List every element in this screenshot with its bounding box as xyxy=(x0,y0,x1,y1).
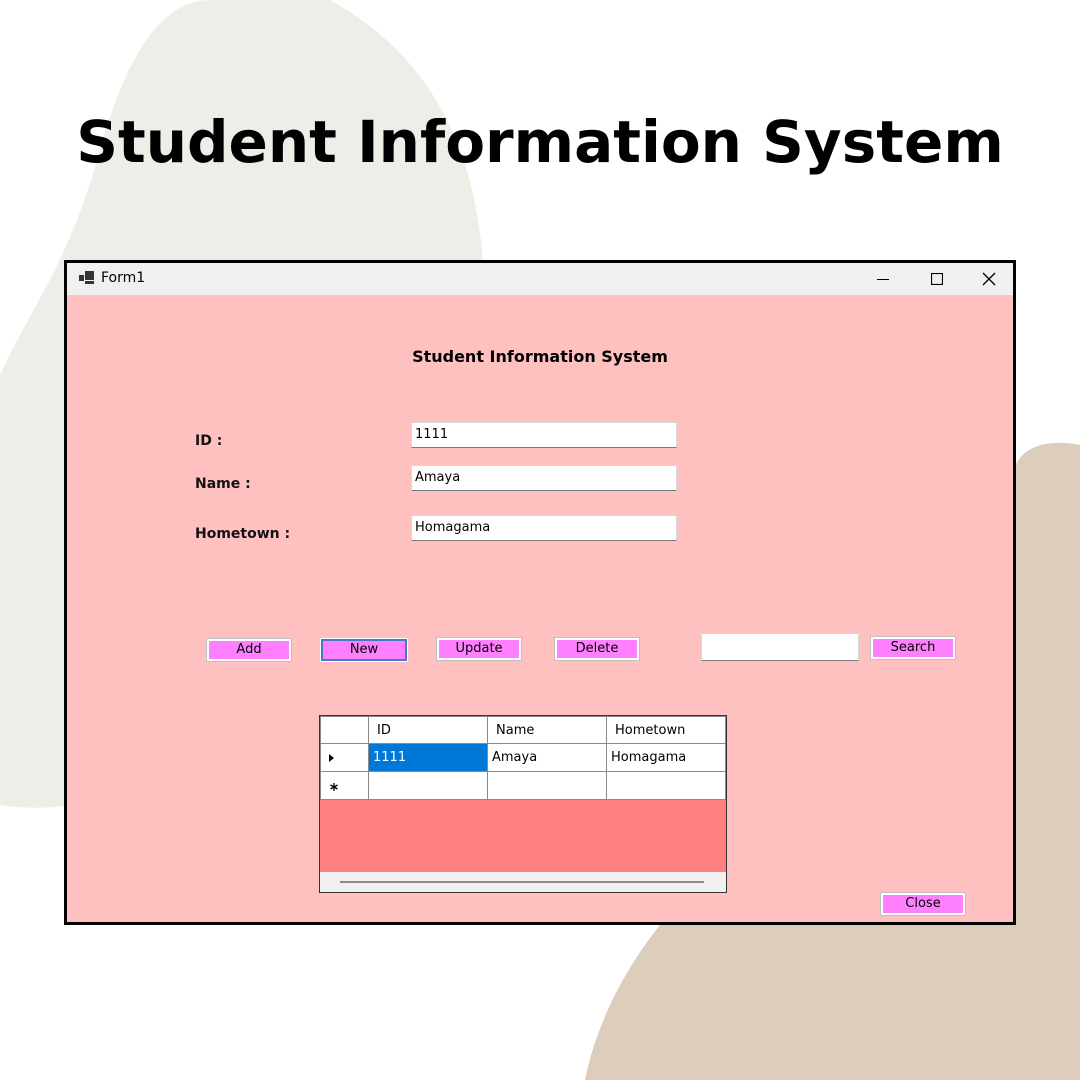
new-row[interactable] xyxy=(320,771,726,800)
form-heading: Student Information System xyxy=(412,347,668,366)
window-title: Form1 xyxy=(101,270,146,286)
column-header-hometown[interactable]: Hometown xyxy=(606,716,726,744)
column-header-name[interactable]: Name xyxy=(487,716,607,744)
search-button[interactable]: Search xyxy=(870,636,956,660)
grid-header-row: ID Name Hometown xyxy=(320,716,726,744)
minimize-button[interactable] xyxy=(859,263,907,295)
hometown-label: Hometown : xyxy=(195,526,291,542)
students-data-grid[interactable]: ID Name Hometown 1111 Amaya Homagama xyxy=(319,715,727,893)
delete-button[interactable]: Delete xyxy=(554,637,640,661)
name-input[interactable]: Amaya xyxy=(411,465,677,491)
window-close-button[interactable] xyxy=(965,263,1013,295)
grid-table: ID Name Hometown 1111 Amaya Homagama xyxy=(320,716,726,800)
maximize-icon xyxy=(931,273,943,285)
close-icon xyxy=(982,272,996,286)
scrollbar-thumb[interactable] xyxy=(340,881,704,883)
search-input[interactable] xyxy=(701,633,859,661)
add-button[interactable]: Add xyxy=(206,638,292,662)
hometown-input[interactable]: Homagama xyxy=(411,515,677,541)
id-input[interactable]: 1111 xyxy=(411,422,677,448)
new-button[interactable]: New xyxy=(320,638,408,662)
new-cell-name[interactable] xyxy=(487,771,607,800)
row-header-new[interactable] xyxy=(320,771,369,800)
row-header-current[interactable] xyxy=(320,743,369,772)
table-row[interactable]: 1111 Amaya Homagama xyxy=(320,743,726,772)
update-button[interactable]: Update xyxy=(436,637,522,661)
cell-id[interactable]: 1111 xyxy=(368,743,488,772)
app-window: Form1 Student Information System ID : 11… xyxy=(64,260,1016,925)
cell-hometown[interactable]: Homagama xyxy=(606,743,726,772)
cell-name[interactable]: Amaya xyxy=(487,743,607,772)
column-header-id[interactable]: ID xyxy=(368,716,488,744)
new-cell-hometown[interactable] xyxy=(606,771,726,800)
form-app-icon xyxy=(79,271,94,284)
close-button[interactable]: Close xyxy=(880,892,966,916)
new-row-asterisk-icon xyxy=(330,782,338,791)
maximize-button[interactable] xyxy=(913,263,961,295)
current-row-arrow-icon xyxy=(329,753,334,762)
id-label: ID : xyxy=(195,433,223,449)
name-label: Name : xyxy=(195,476,251,492)
window-titlebar[interactable]: Form1 xyxy=(67,263,1013,295)
grid-corner-cell[interactable] xyxy=(320,716,369,744)
minimize-icon xyxy=(877,279,889,280)
grid-horizontal-scrollbar[interactable] xyxy=(320,872,726,892)
new-cell-id[interactable] xyxy=(368,771,488,800)
poster-title: Student Information System xyxy=(76,108,1004,176)
